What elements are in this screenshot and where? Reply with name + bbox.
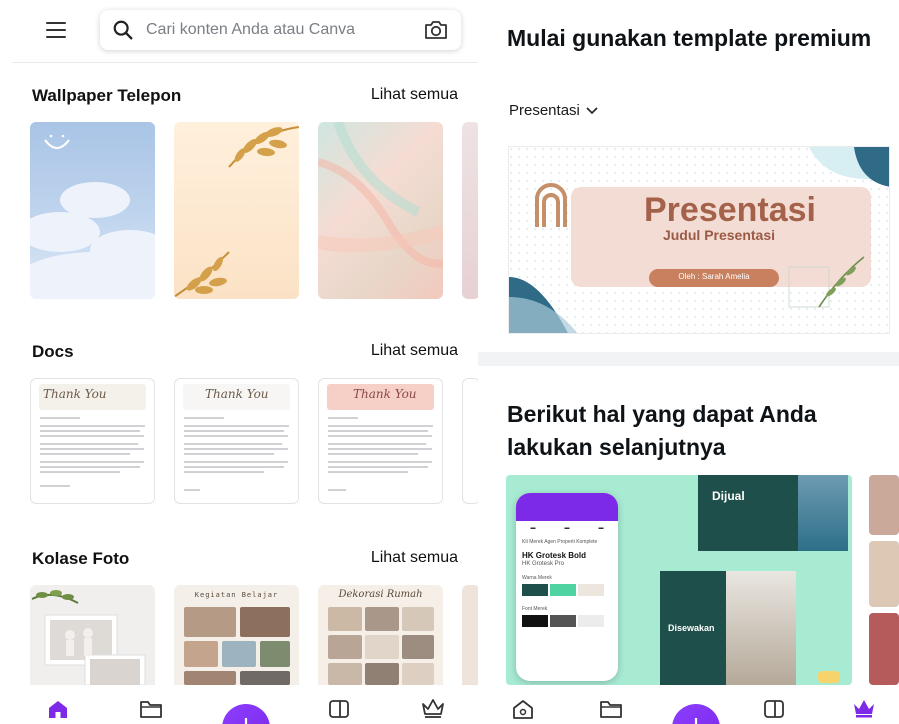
chevron-down-icon bbox=[586, 106, 598, 114]
premium-title: Mulai gunakan template premium bbox=[507, 25, 872, 51]
collage-thumbnail[interactable]: Kegiatan Belajar bbox=[174, 585, 299, 685]
bottom-navigation: + bbox=[0, 684, 478, 724]
create-button[interactable]: + bbox=[672, 704, 720, 724]
section-title-docs: Docs bbox=[32, 342, 74, 361]
neutral-swatches bbox=[522, 615, 612, 627]
menu-icon[interactable] bbox=[46, 22, 66, 38]
see-all-collage-link[interactable]: Lihat semua bbox=[371, 549, 458, 567]
templates-icon[interactable] bbox=[326, 698, 352, 720]
premium-badge bbox=[818, 671, 840, 683]
sale-card: Dijual bbox=[698, 475, 848, 551]
sale-label: Dijual bbox=[712, 489, 745, 503]
doc-script-title: Thank You bbox=[205, 387, 269, 401]
category-dropdown-label: Presentasi bbox=[509, 102, 580, 119]
crown-icon[interactable] bbox=[420, 696, 446, 718]
wallpaper-row bbox=[30, 122, 478, 299]
presentation-subtitle: Judul Presentasi bbox=[662, 227, 776, 243]
section-title-collage: Kolase Foto bbox=[32, 549, 130, 568]
phone-mockup: ▬ ▬ ▬ Kit Merek Agen Properti Komplete HK … bbox=[516, 493, 618, 681]
wallpaper-thumbnail[interactable] bbox=[30, 122, 155, 299]
folder-icon[interactable] bbox=[598, 698, 624, 720]
doc-script-title: Thank You bbox=[43, 387, 107, 401]
collage-header: Dekorasi Rumah bbox=[338, 589, 423, 600]
collage-photo bbox=[31, 590, 146, 685]
create-button[interactable]: + bbox=[222, 704, 270, 724]
see-all-wallpaper-link[interactable]: Lihat semua bbox=[371, 86, 458, 104]
collage-thumbnail[interactable]: Dekorasi Rumah bbox=[318, 585, 443, 685]
home-screen: Cari konten Anda atau Canva Wallpaper Te… bbox=[0, 0, 478, 724]
doc-thumbnail-partial[interactable] bbox=[462, 378, 478, 504]
category-dropdown[interactable]: Presentasi bbox=[509, 102, 598, 119]
smiley-decoration bbox=[44, 134, 70, 149]
collage-thumbnail[interactable] bbox=[30, 585, 155, 685]
section-title-wallpaper: Wallpaper Telepon bbox=[32, 86, 182, 105]
next-steps-card-partial[interactable] bbox=[869, 475, 899, 685]
crown-icon[interactable] bbox=[851, 696, 877, 718]
presentation-template-card[interactable]: Presentasi Judul Presentasi Oleh : Sarah… bbox=[508, 146, 890, 334]
home-icon[interactable] bbox=[45, 698, 71, 720]
wallpaper-thumbnail[interactable] bbox=[174, 122, 299, 299]
bottom-navigation: + bbox=[478, 684, 899, 724]
wheat-decoration bbox=[174, 126, 299, 298]
collage-row: Kegiatan Belajar Dekorasi Rumah bbox=[30, 585, 478, 685]
font-name: HK Grotesk Bold bbox=[522, 551, 587, 560]
camera-icon[interactable] bbox=[423, 19, 449, 41]
divider bbox=[12, 62, 478, 63]
rent-card: Disewakan bbox=[660, 571, 796, 685]
doc-script-title: Thank You bbox=[353, 387, 417, 401]
see-all-docs-link[interactable]: Lihat semua bbox=[371, 342, 458, 360]
premium-screen: Mulai gunakan template premium Presentas… bbox=[478, 0, 899, 724]
marble-decoration bbox=[318, 122, 443, 268]
presentation-author: Oleh : Sarah Amelia bbox=[678, 272, 750, 281]
search-bar[interactable]: Cari konten Anda atau Canva bbox=[100, 10, 461, 50]
collage-thumbnail-partial[interactable] bbox=[462, 585, 478, 685]
rent-label: Disewakan bbox=[668, 623, 715, 633]
templates-icon[interactable] bbox=[761, 698, 787, 720]
docs-row: Thank You Thank You Thank You bbox=[30, 378, 478, 504]
wallpaper-thumbnail-partial[interactable] bbox=[462, 122, 478, 299]
search-input[interactable]: Cari konten Anda atau Canva bbox=[146, 21, 423, 39]
font-subname: HK Grotesk Pro bbox=[522, 561, 565, 567]
presentation-heading: Presentasi bbox=[644, 191, 816, 229]
brand-swatches bbox=[522, 584, 612, 596]
next-steps-title: Berikut hal yang dapat Anda lakukan sela… bbox=[507, 401, 817, 460]
section-divider bbox=[478, 352, 899, 366]
search-icon bbox=[113, 20, 133, 40]
folder-icon[interactable] bbox=[138, 698, 164, 720]
font-label: Font Merek bbox=[522, 606, 548, 612]
home-icon[interactable] bbox=[510, 698, 536, 720]
brand-kit-preview-card[interactable]: ▬ ▬ ▬ Kit Merek Agen Properti Komplete HK … bbox=[506, 475, 852, 685]
kit-label: Kit Merek Agen Properti Komplete bbox=[522, 539, 598, 545]
doc-thumbnail[interactable]: Thank You bbox=[318, 378, 443, 504]
wallpaper-thumbnail[interactable] bbox=[318, 122, 443, 299]
doc-thumbnail[interactable]: Thank You bbox=[30, 378, 155, 504]
collage-header: Kegiatan Belajar bbox=[194, 591, 279, 599]
brand-color-label: Warna Merek bbox=[522, 575, 552, 581]
doc-thumbnail[interactable]: Thank You bbox=[174, 378, 299, 504]
